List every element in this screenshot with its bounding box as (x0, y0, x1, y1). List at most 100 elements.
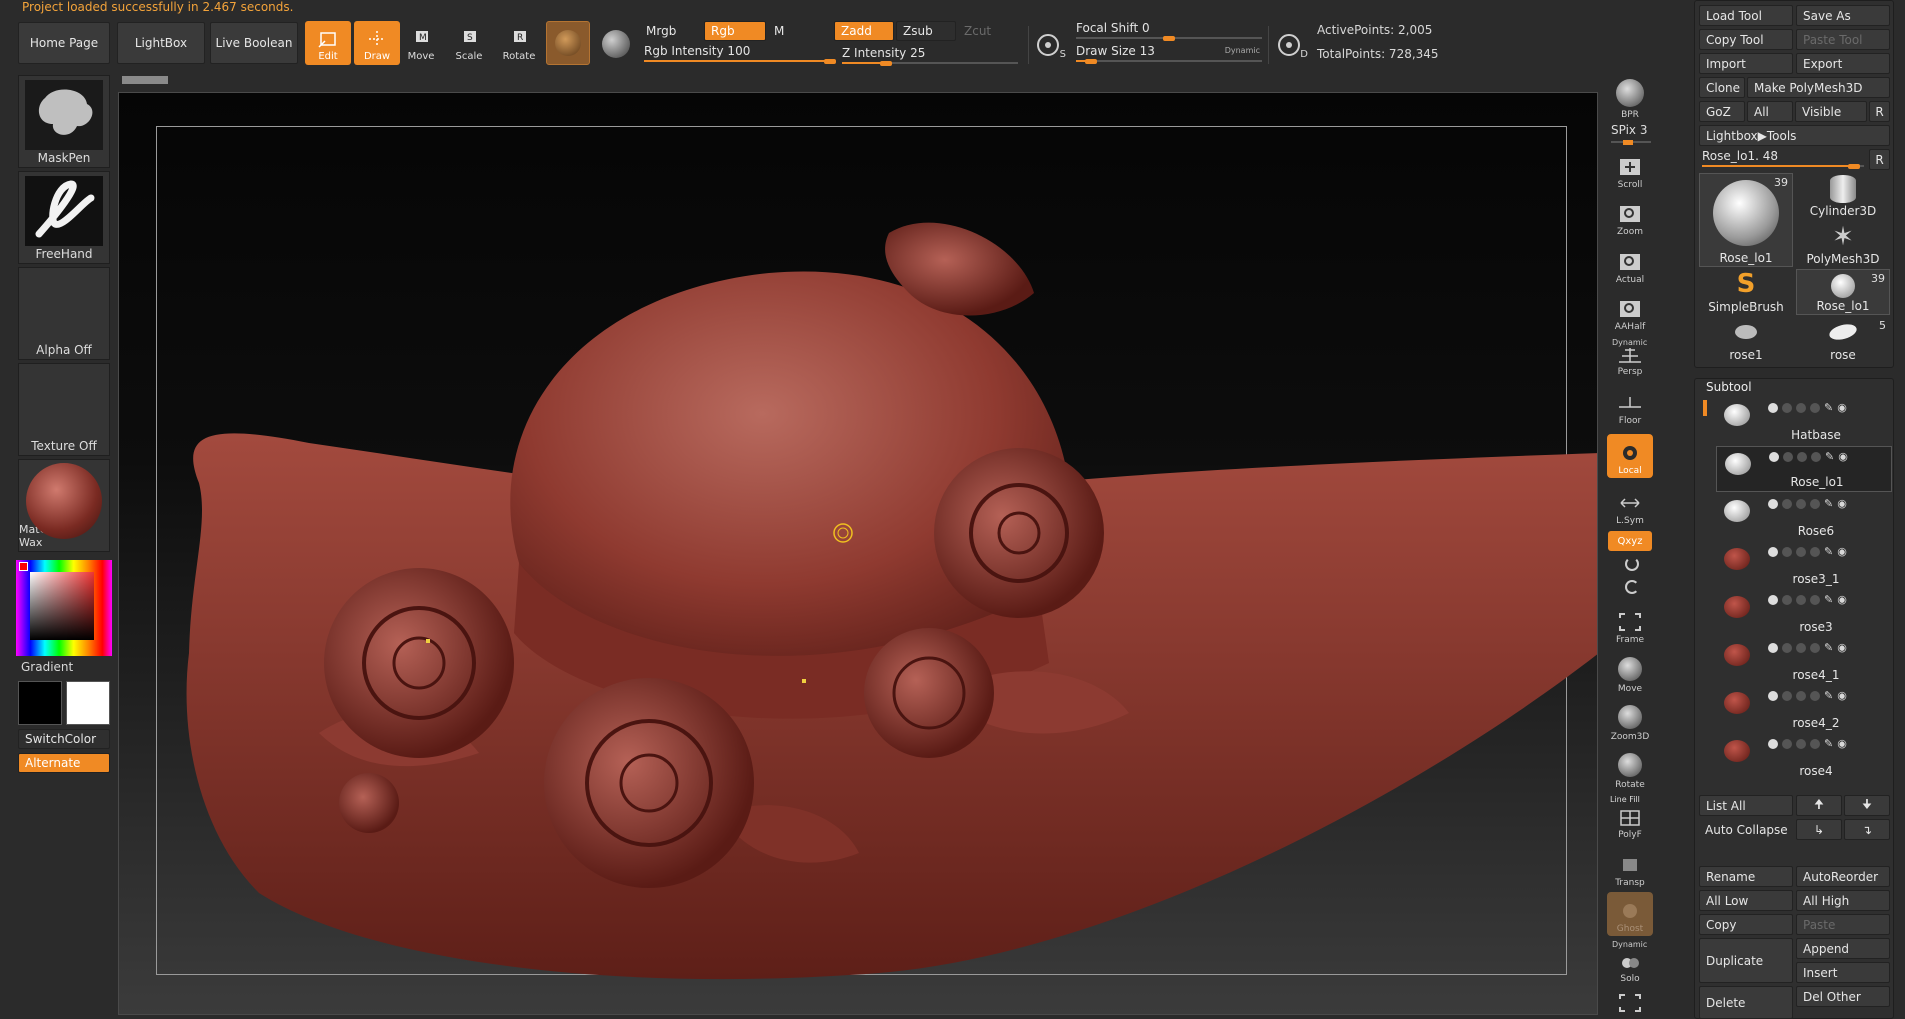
eye-visibility-icon[interactable]: ◉ (1837, 545, 1847, 558)
tool-thumb-simplebrush[interactable]: S SimpleBrush (1699, 269, 1793, 315)
brush-edit-icon[interactable]: ✎ (1824, 497, 1833, 510)
move-up-button[interactable]: 🠉 (1796, 795, 1842, 816)
copy-tool-button[interactable]: Copy Tool (1699, 29, 1793, 50)
zoom3d-button[interactable]: Zoom3D (1607, 700, 1653, 744)
subtool-option-icon[interactable] (1810, 738, 1820, 749)
subtool-option-icon[interactable] (1782, 690, 1792, 701)
subtool-option-icon[interactable] (1796, 594, 1806, 605)
eye-visibility-icon[interactable]: ◉ (1837, 497, 1847, 510)
lightbox-button[interactable]: LightBox (117, 22, 205, 64)
local-button[interactable]: Local (1607, 434, 1653, 478)
subtool-item[interactable]: ✎ ◉ Hatbase (1716, 398, 1892, 444)
zadd-button[interactable]: Zadd (834, 21, 894, 41)
subtool-toggle-icon[interactable] (1768, 402, 1778, 413)
zsub-button[interactable]: Zsub (896, 21, 956, 41)
subtool-item[interactable]: ✎ ◉ rose4 (1716, 734, 1892, 780)
move-down-button[interactable]: 🠋 (1844, 795, 1890, 816)
subtool-option-icon[interactable] (1782, 738, 1792, 749)
subtool-option-icon[interactable] (1782, 642, 1792, 653)
eye-visibility-icon[interactable]: ◉ (1837, 401, 1847, 414)
goz-visible-button[interactable]: Visible (1795, 101, 1867, 122)
rotate-y-icon[interactable] (1625, 557, 1639, 571)
aahalf-button[interactable]: AAHalf (1607, 290, 1653, 334)
picker-handle[interactable] (19, 562, 28, 571)
goz-button[interactable]: GoZ (1699, 101, 1745, 122)
eye-visibility-icon[interactable]: ◉ (1837, 593, 1847, 606)
draw-button[interactable]: Draw (354, 21, 400, 65)
goz-all-button[interactable]: All (1747, 101, 1793, 122)
brush-edit-icon[interactable]: ✎ (1824, 641, 1833, 654)
load-tool-button[interactable]: Load Tool (1699, 5, 1793, 26)
canvas-area[interactable] (118, 92, 1598, 1015)
scale-tool-button[interactable]: S Scale (446, 21, 492, 65)
focal-shift-slider[interactable]: Focal Shift 0 (1076, 21, 1262, 41)
material-swatch-button[interactable] (546, 21, 590, 65)
live-boolean-button[interactable]: Live Boolean (210, 22, 298, 64)
eye-visibility-icon[interactable]: ◉ (1837, 737, 1847, 750)
tool-thumb-cylinder3d[interactable]: Cylinder3D (1796, 173, 1890, 219)
mrgb-button[interactable]: Mrgb (640, 21, 702, 41)
subtool-option-icon[interactable] (1796, 498, 1806, 509)
subtool-option-icon[interactable] (1796, 402, 1806, 413)
z-intensity-slider[interactable]: Z Intensity 25 (842, 46, 1018, 66)
color-picker-square[interactable] (30, 572, 94, 640)
subtool-item[interactable]: ✎ ◉ rose4_2 (1716, 686, 1892, 732)
subtool-item[interactable]: ✎ ◉ rose4_1 (1716, 638, 1892, 684)
import-button[interactable]: Import (1699, 53, 1793, 74)
tool-thumb-rose-lo1-small[interactable]: 39 Rose_lo1 (1796, 269, 1890, 315)
brush-edit-icon[interactable]: ✎ (1824, 737, 1833, 750)
actual-button[interactable]: Actual (1607, 243, 1653, 287)
delete-button[interactable]: Delete (1699, 986, 1793, 1019)
subtool-toggle-icon[interactable] (1768, 498, 1778, 509)
xyz-button[interactable]: Qxyz (1608, 531, 1652, 551)
transp-button[interactable]: Transp (1607, 846, 1653, 890)
brush-edit-icon[interactable]: ✎ (1824, 689, 1833, 702)
rename-button[interactable]: Rename (1699, 866, 1793, 887)
save-as-button[interactable]: Save As (1796, 5, 1890, 26)
frame-button[interactable]: Frame (1607, 603, 1653, 647)
persp-button[interactable]: Persp (1607, 335, 1653, 379)
switch-color-button[interactable]: SwitchColor (18, 729, 110, 749)
tool-thumb-polymesh3d[interactable]: ✶ PolyMesh3D (1796, 221, 1890, 267)
brush-selector[interactable]: MaskPen (18, 75, 110, 168)
rgb-intensity-slider[interactable]: Rgb Intensity 100 (644, 44, 836, 64)
subtool-option-icon[interactable] (1810, 642, 1820, 653)
list-all-button[interactable]: List All (1699, 795, 1793, 816)
eye-visibility-icon[interactable]: ◉ (1837, 689, 1847, 702)
alternate-button[interactable]: Alternate (18, 753, 110, 773)
d-brush-icon[interactable]: D (1268, 26, 1308, 64)
subtool-option-icon[interactable] (1796, 738, 1806, 749)
tool-thumb-rose1[interactable]: rose1 (1699, 317, 1793, 363)
alpha-selector[interactable]: Alpha Off (18, 267, 110, 360)
material-selector[interactable]: MatCap Red Wax (18, 459, 110, 552)
subtool-option-icon[interactable] (1797, 451, 1807, 462)
paste-tool-button[interactable]: Paste Tool (1796, 29, 1890, 50)
subtool-item[interactable]: ✎ ◉ rose3 (1716, 590, 1892, 636)
auto-reorder-button[interactable]: AutoReorder (1796, 866, 1890, 887)
color-sphere-icon[interactable] (602, 30, 630, 58)
rotate-z-icon[interactable] (1625, 580, 1639, 594)
scroll-button[interactable]: Scroll (1607, 148, 1653, 192)
rose-tool-slider[interactable]: Rose_lo1. 48 (1702, 149, 1864, 169)
move-right-button[interactable]: ↳ (1796, 819, 1842, 840)
subtool-option-icon[interactable] (1810, 498, 1820, 509)
stroke-selector[interactable]: FreeHand (18, 171, 110, 264)
move-nav-button[interactable]: Move (1607, 652, 1653, 696)
color-picker[interactable] (16, 560, 112, 656)
all-high-button[interactable]: All High (1796, 890, 1890, 911)
del-other-button[interactable]: Del Other (1796, 986, 1890, 1007)
make-polymesh-button[interactable]: Make PolyMesh3D (1747, 77, 1890, 98)
brush-edit-icon[interactable]: ✎ (1824, 593, 1833, 606)
subtool-option-icon[interactable] (1796, 690, 1806, 701)
spix-slider[interactable]: SPix 3 (1611, 123, 1651, 145)
zoom-button[interactable]: Zoom (1607, 195, 1653, 239)
solo-button[interactable]: Solo (1607, 942, 1653, 986)
subtool-toggle-icon[interactable] (1768, 738, 1778, 749)
subtool-option-icon[interactable] (1810, 402, 1820, 413)
clone-button[interactable]: Clone (1699, 77, 1745, 98)
goz-r-button[interactable]: R (1869, 101, 1890, 122)
ghost-button[interactable]: Ghost (1607, 892, 1653, 936)
secondary-color-swatch[interactable] (66, 681, 110, 725)
subtool-option-icon[interactable] (1782, 402, 1792, 413)
subtool-option-icon[interactable] (1782, 546, 1792, 557)
